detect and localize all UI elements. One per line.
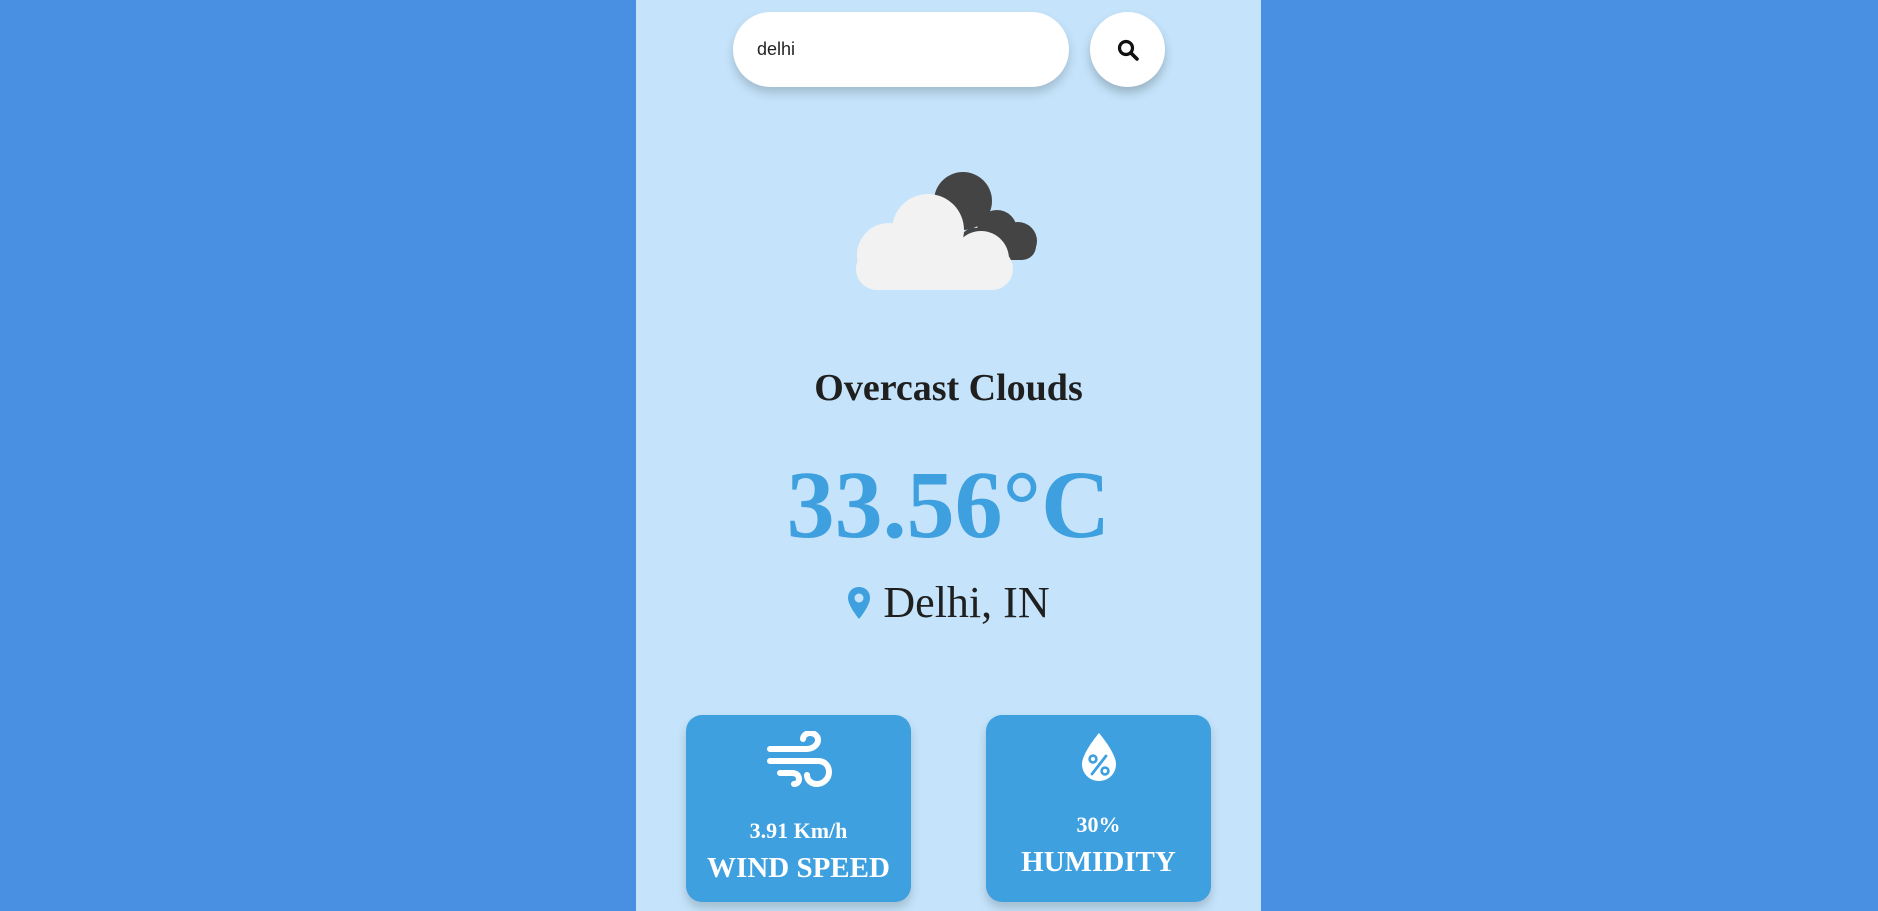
weather-app: Overcast Clouds 33.56°C Delhi, IN 3.91 K…	[636, 0, 1261, 911]
humidity-card: 30% HUMIDITY	[986, 715, 1211, 902]
search-bar	[733, 12, 1165, 87]
search-icon	[1117, 39, 1139, 61]
wind-icon	[766, 731, 832, 787]
humidity-label: HUMIDITY	[1021, 846, 1176, 878]
overcast-clouds-icon	[856, 172, 1037, 290]
wind-speed-label: WIND SPEED	[707, 852, 890, 884]
search-button[interactable]	[1090, 12, 1165, 87]
search-input[interactable]	[733, 12, 1069, 87]
location: Delhi, IN	[636, 577, 1261, 628]
wind-speed-value: 3.91 Km/h	[749, 818, 848, 843]
location-label: Delhi, IN	[883, 578, 1050, 627]
wind-speed-card: 3.91 Km/h WIND SPEED	[686, 715, 911, 902]
map-pin-icon	[848, 586, 871, 619]
temperature: 33.56°C	[786, 451, 1111, 558]
weather-condition: Overcast Clouds	[814, 367, 1083, 409]
humidity-value: 30%	[1076, 812, 1121, 837]
humidity-icon	[1081, 733, 1116, 781]
